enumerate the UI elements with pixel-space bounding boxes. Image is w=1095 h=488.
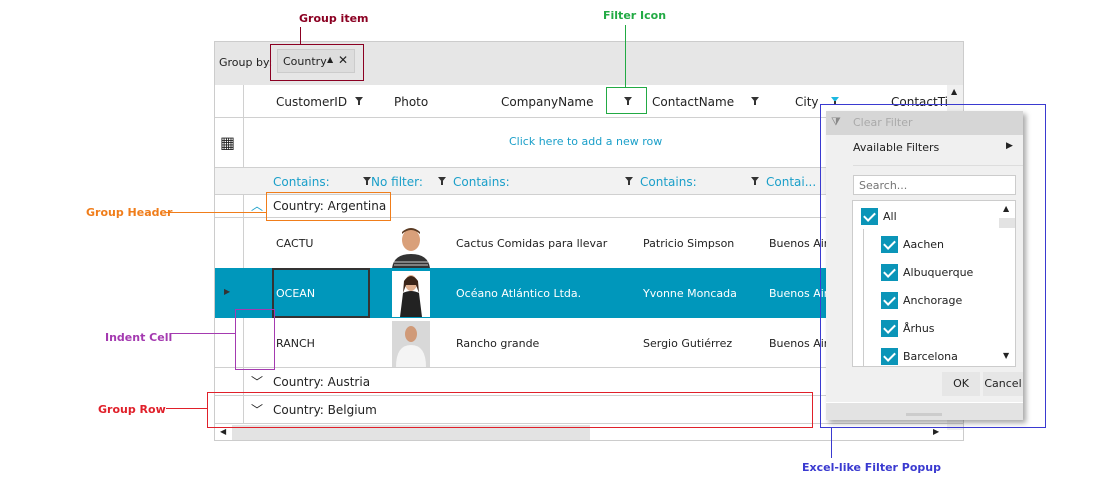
cell-contact: Sergio Gutiérrez xyxy=(643,337,733,350)
filter-cell[interactable]: Contains: xyxy=(273,175,330,189)
header-companyname[interactable]: CompanyName xyxy=(501,95,594,109)
annotation-filter-popup: Excel-like Filter Popup xyxy=(802,461,942,474)
photo-avatar xyxy=(392,321,430,367)
filter-cell[interactable]: No filter: xyxy=(371,175,423,189)
filter-icon[interactable] xyxy=(625,177,633,185)
filter-icon[interactable] xyxy=(363,177,371,185)
filter-cell[interactable]: Contains: xyxy=(640,175,697,189)
header-photo[interactable]: Photo xyxy=(394,95,428,109)
filter-icon[interactable] xyxy=(751,97,759,105)
cell-contact: Patricio Simpson xyxy=(643,237,735,250)
filter-cell[interactable]: Contains: xyxy=(453,175,510,189)
annotation-group-item: Group item xyxy=(299,12,369,25)
filter-cell[interactable]: Contai... xyxy=(766,175,816,189)
header-customerid[interactable]: CustomerID xyxy=(276,95,347,109)
cell-company: Océano Atlántico Ltda. xyxy=(456,287,582,300)
header-contactname[interactable]: ContactName xyxy=(652,95,734,109)
filter-icon[interactable] xyxy=(751,177,759,185)
cell-company: Rancho grande xyxy=(456,337,540,350)
photo-avatar xyxy=(392,224,430,268)
header-city[interactable]: City xyxy=(795,95,819,109)
annotation-group-header: Group Header xyxy=(86,206,173,219)
photo-avatar xyxy=(392,271,430,317)
add-row-icon[interactable]: ▦ xyxy=(220,133,235,152)
cell-customerid: OCEAN xyxy=(276,287,316,300)
expand-group-icon[interactable]: ﹀ xyxy=(251,373,263,390)
annotation-indent-cell: Indent Cell xyxy=(105,331,173,344)
cell-customerid: RANCH xyxy=(276,337,315,350)
cell-company: Cactus Comidas para llevar xyxy=(456,237,608,250)
group-row-austria[interactable]: Country: Austria xyxy=(273,375,370,389)
filter-icon[interactable] xyxy=(438,177,446,185)
filter-icon[interactable] xyxy=(355,97,363,105)
cell-contact: Yvonne Moncada xyxy=(643,287,737,300)
annotation-group-row: Group Row xyxy=(98,403,166,416)
filter-icon-active[interactable] xyxy=(831,97,839,105)
current-row-indicator-icon: ▶ xyxy=(224,287,231,296)
add-new-row-link[interactable]: Click here to add a new row xyxy=(509,135,662,148)
cell-customerid: CACTU xyxy=(276,237,314,250)
annotation-filter-icon: Filter Icon xyxy=(603,9,667,22)
group-by-label: Group by: xyxy=(219,56,273,69)
